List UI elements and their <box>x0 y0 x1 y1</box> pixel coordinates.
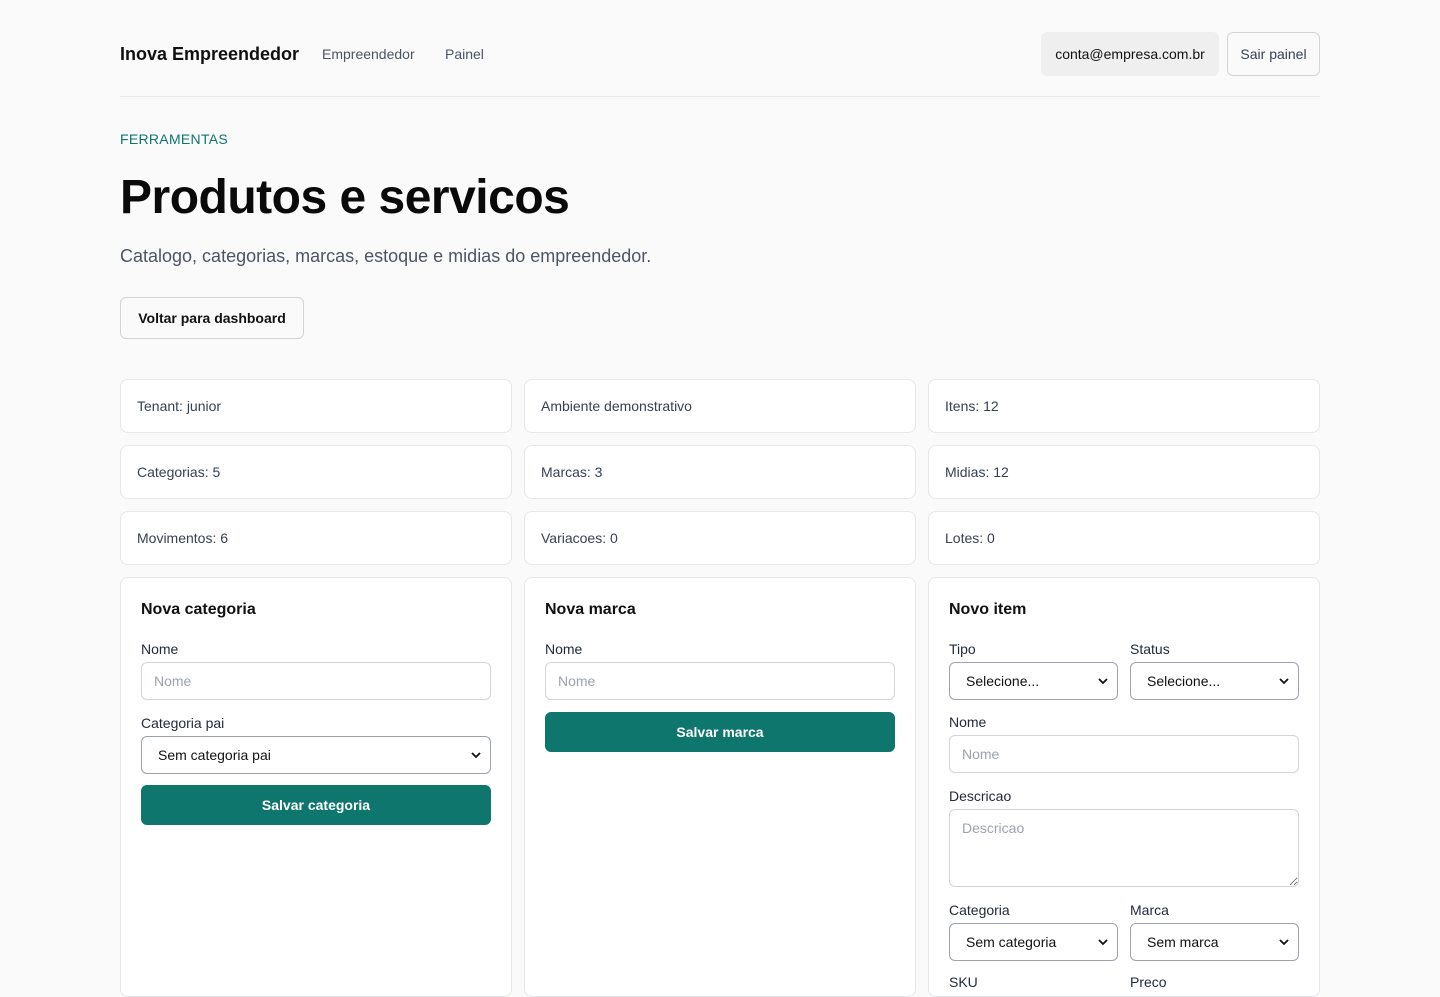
brand-name-input[interactable] <box>545 662 895 700</box>
card-title: Novo item <box>949 601 1027 618</box>
stat-items: Itens: 12 <box>928 379 1320 433</box>
parent-category-label: Categoria pai <box>141 715 225 731</box>
item-type-select[interactable]: Selecione... <box>949 662 1118 700</box>
item-price-label: Preco <box>1130 974 1167 990</box>
item-brand-value: Sem marca <box>1147 934 1219 950</box>
nav-link-empreendedor[interactable]: Empreendedor <box>322 46 415 62</box>
card-title: Nova categoria <box>141 601 256 618</box>
item-type-label: Tipo <box>949 641 976 657</box>
chevron-down-icon <box>1098 678 1108 685</box>
card-title: Nova marca <box>545 601 636 618</box>
chevron-down-icon <box>1098 939 1108 946</box>
parent-category-select[interactable]: Sem categoria pai <box>141 736 491 774</box>
item-type-value: Selecione... <box>966 673 1040 689</box>
item-status-value: Selecione... <box>1147 673 1221 689</box>
item-brand-select[interactable]: Sem marca <box>1130 923 1299 961</box>
chevron-down-icon <box>1279 939 1289 946</box>
save-category-button[interactable]: Salvar categoria <box>141 785 491 825</box>
brand-name-label: Nome <box>545 641 583 657</box>
item-category-select[interactable]: Sem categoria <box>949 923 1118 961</box>
item-sku-label: SKU <box>949 974 978 990</box>
page-title: Produtos e servicos <box>120 171 570 224</box>
item-name-input[interactable] <box>949 735 1299 773</box>
back-to-dashboard-button[interactable]: Voltar para dashboard <box>120 297 304 339</box>
item-description-label: Descricao <box>949 788 1012 804</box>
stat-brands: Marcas: 3 <box>524 445 916 499</box>
stat-environment: Ambiente demonstrativo <box>524 379 916 433</box>
item-category-label: Categoria <box>949 902 1010 918</box>
item-brand-label: Marca <box>1130 902 1169 918</box>
page-subtitle: Catalogo, categorias, marcas, estoque e … <box>120 246 652 266</box>
stat-tenant: Tenant: junior <box>120 379 512 433</box>
category-name-input[interactable] <box>141 662 491 700</box>
save-brand-button[interactable]: Salvar marca <box>545 712 895 752</box>
stat-lots: Lotes: 0 <box>928 511 1320 565</box>
section-eyebrow: FERRAMENTAS <box>120 131 229 147</box>
item-status-label: Status <box>1130 641 1170 657</box>
item-description-textarea[interactable] <box>949 809 1299 887</box>
new-item-card: Novo item Tipo Status Selecione... Selec… <box>928 577 1320 997</box>
nav-link-painel[interactable]: Painel <box>445 46 484 62</box>
stat-media: Midias: 12 <box>928 445 1320 499</box>
item-name-label: Nome <box>949 714 987 730</box>
brand-logo-text[interactable]: Inova Empreendedor <box>120 44 299 65</box>
top-navigation: Inova Empreendedor Empreendedor Painel c… <box>120 32 1320 76</box>
logout-button[interactable]: Sair painel <box>1227 32 1320 76</box>
new-category-card: Nova categoria Nome Categoria pai Sem ca… <box>120 577 512 997</box>
stat-variations: Variacoes: 0 <box>524 511 916 565</box>
chevron-down-icon <box>1279 678 1289 685</box>
chevron-down-icon <box>471 752 481 759</box>
account-email-badge: conta@empresa.com.br <box>1041 32 1219 76</box>
category-name-label: Nome <box>141 641 179 657</box>
new-brand-card: Nova marca Nome Salvar marca <box>524 577 916 997</box>
stat-movements: Movimentos: 6 <box>120 511 512 565</box>
item-category-value: Sem categoria <box>966 934 1057 950</box>
item-status-select[interactable]: Selecione... <box>1130 662 1299 700</box>
stat-categories: Categorias: 5 <box>120 445 512 499</box>
parent-category-value: Sem categoria pai <box>158 747 271 763</box>
header-divider <box>120 96 1320 97</box>
